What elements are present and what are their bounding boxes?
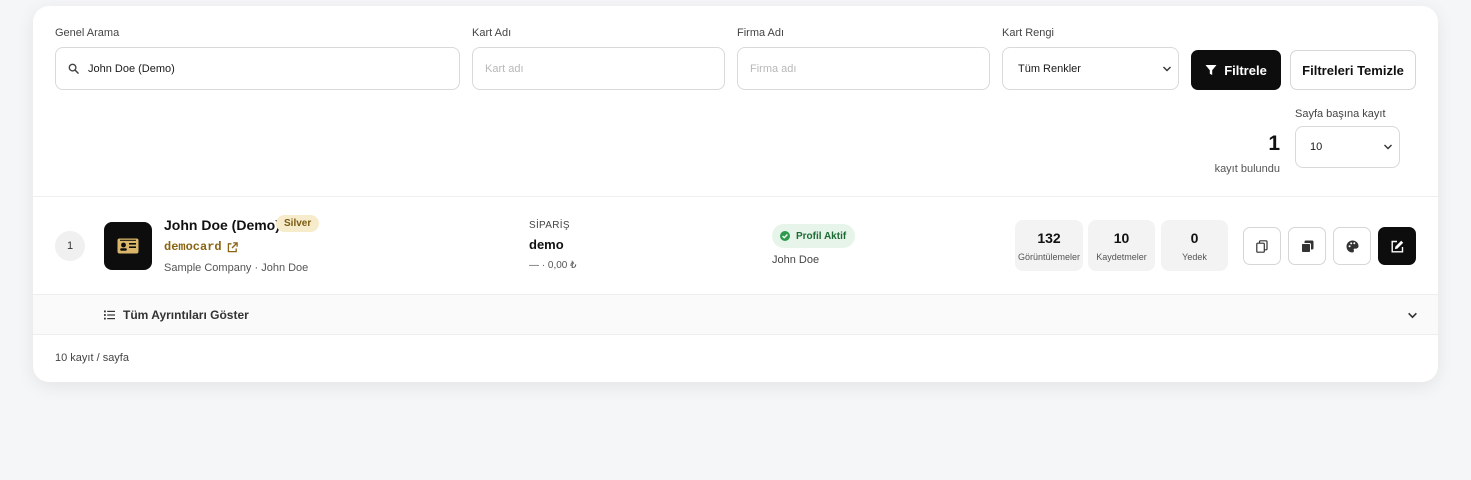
theme-button[interactable]: [1333, 227, 1371, 265]
company-name-input[interactable]: [750, 62, 989, 75]
card-name-label: Kart Adı: [472, 27, 512, 39]
divider: [33, 196, 1438, 197]
order-price: — · 0,00 ₺: [529, 260, 577, 271]
per-page-select[interactable]: 10: [1295, 126, 1400, 168]
copy-link-button[interactable]: [1243, 227, 1281, 265]
status-badge: Profil Aktif: [772, 224, 856, 248]
order-value: demo: [529, 237, 564, 252]
edit-button[interactable]: [1378, 227, 1416, 265]
card-thumbnail: [104, 222, 152, 270]
edit-icon: [1391, 240, 1404, 253]
list-icon: [104, 310, 115, 320]
chevron-down-icon: [1162, 64, 1172, 74]
company-name-field[interactable]: [737, 47, 990, 90]
result-count: 1: [1268, 132, 1280, 155]
stat-saves: 10 Kaydetmeler: [1088, 220, 1155, 271]
stat-label: Kaydetmeler: [1096, 251, 1147, 262]
card-color-selected: Tüm Renkler: [1018, 62, 1081, 75]
check-circle-icon: [780, 231, 790, 241]
clone-icon: [1300, 240, 1314, 253]
card-list-panel: Genel Arama Kart Adı Firma Adı Kart Reng…: [33, 6, 1438, 382]
card-name[interactable]: John Doe (Demo): [164, 217, 280, 233]
copy-icon: [1256, 239, 1268, 253]
funnel-icon: [1205, 64, 1217, 76]
card-slug: democard: [164, 240, 222, 254]
filter-button[interactable]: Filtrele: [1191, 50, 1281, 90]
chevron-down-icon: [1407, 310, 1418, 321]
per-page-label: Sayfa başına kayıt: [1295, 108, 1386, 120]
palette-icon: [1346, 240, 1359, 253]
filter-button-label: Filtrele: [1224, 62, 1267, 78]
details-toggle[interactable]: Tüm Ayrıntıları Göster: [33, 295, 1438, 335]
stat-value: 132: [1037, 229, 1061, 246]
search-icon: [68, 63, 79, 74]
card-meta: Sample Company · John Doe: [164, 262, 309, 274]
owner-name: John Doe: [772, 254, 820, 266]
duplicate-button[interactable]: [1288, 227, 1326, 265]
company-name-label: Firma Adı: [737, 27, 785, 39]
stat-backups: 0 Yedek: [1161, 220, 1228, 271]
external-link-icon: [227, 241, 238, 253]
pagination-summary: 10 kayıt / sayfa: [55, 352, 129, 364]
card-name-input[interactable]: [485, 62, 724, 75]
clear-filters-button[interactable]: Filtreleri Temizle: [1290, 50, 1416, 90]
divider: [33, 334, 1438, 335]
stat-views: 132 Görüntülemeler: [1015, 220, 1083, 271]
clear-filters-label: Filtreleri Temizle: [1302, 62, 1404, 78]
stat-label: Yedek: [1182, 251, 1207, 262]
details-toggle-label: Tüm Ayrıntıları Göster: [123, 308, 249, 322]
stat-value: 0: [1190, 229, 1199, 246]
tier-badge: Silver: [276, 215, 320, 232]
stat-label: Görüntülemeler: [1017, 251, 1081, 262]
result-count-label: kayıt bulundu: [1214, 163, 1280, 175]
card-color-label: Kart Rengi: [1002, 27, 1054, 39]
stat-value: 10: [1113, 229, 1130, 246]
id-card-icon: [117, 238, 139, 254]
general-search-label: Genel Arama: [55, 27, 120, 39]
card-color-select[interactable]: Tüm Renkler: [1002, 47, 1179, 90]
general-search-field[interactable]: John Doe (Demo): [55, 47, 460, 90]
general-search-value[interactable]: John Doe (Demo): [88, 63, 175, 75]
chevron-down-icon: [1383, 142, 1393, 152]
per-page-selected: 10: [1310, 141, 1323, 153]
card-name-field[interactable]: [472, 47, 725, 90]
status-label: Profil Aktif: [796, 230, 847, 242]
card-slug-link[interactable]: democard: [164, 240, 238, 254]
row-number: 1: [55, 231, 85, 261]
order-label: SİPARİŞ: [529, 220, 570, 231]
